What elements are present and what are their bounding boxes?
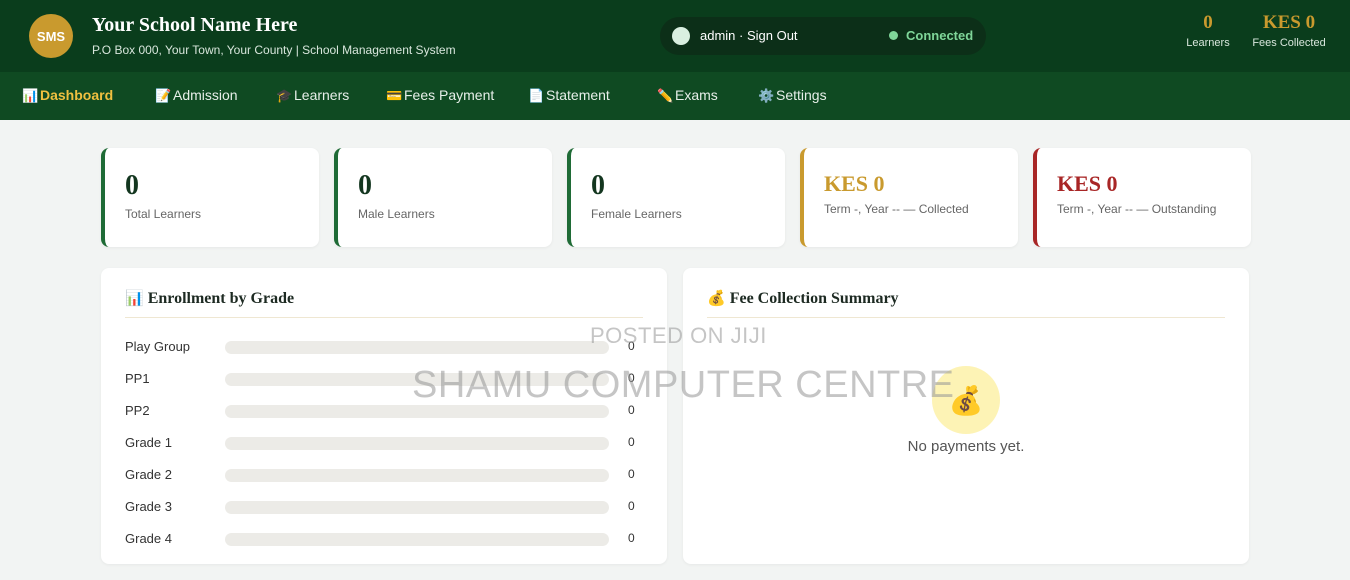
watermark-line-2: SHAMU COMPUTER CENTRE <box>412 364 955 406</box>
enrollment-panel: 📊 Enrollment by Grade Play Group 0 PP1 0 … <box>101 268 667 564</box>
nav-label: Learners <box>294 87 350 103</box>
fee-summary-panel: 💰 Fee Collection Summary 💰 No payments ye… <box>683 268 1249 564</box>
stat-label: Term -, Year -- — Outstanding <box>1057 202 1217 216</box>
stat-value: KES 0 <box>824 171 885 196</box>
panel-title-text: Fee Collection Summary <box>729 290 899 307</box>
grade-count: 0 <box>628 467 635 481</box>
main-nav: 📊 Dashboard 📝 Admission 🎓 Learners 💳 Fees Pa… <box>0 72 1350 120</box>
header-learners-label: Learners <box>1186 37 1230 49</box>
grade-row: Play Group 0 <box>125 337 645 357</box>
stat-card-total-learners: 0 Total Learners <box>101 148 319 247</box>
stat-card-female-learners: 0 Female Learners <box>567 148 785 247</box>
stat-card-fees-collected: KES 0 Term -, Year -- — Collected <box>800 148 1018 247</box>
grade-label: Grade 3 <box>125 499 172 514</box>
grade-label: Play Group <box>125 339 191 354</box>
grade-bar-track <box>225 469 609 482</box>
money-bag-icon: 💰 <box>707 291 726 307</box>
header-stat-fees: KES 0 Fees Collected <box>1248 12 1330 49</box>
document-icon: 📄 <box>528 88 545 103</box>
header-learners-count: 0 <box>1203 12 1213 33</box>
nav-label: Settings <box>776 87 827 103</box>
nav-label: Statement <box>546 87 610 103</box>
divider <box>125 317 643 318</box>
stat-value: 0 <box>591 170 605 201</box>
stat-card-male-learners: 0 Male Learners <box>334 148 552 247</box>
nav-label: Dashboard <box>40 87 114 103</box>
nav-learners[interactable]: 🎓 Learners <box>276 87 349 104</box>
school-logo: SMS <box>29 14 73 58</box>
empty-state-text: No payments yet. <box>907 438 1025 455</box>
header-stat-learners: 0 Learners <box>1180 12 1236 49</box>
bar-chart-icon: 📊 <box>22 88 39 103</box>
nav-exams[interactable]: ✏️ Exams <box>657 87 718 104</box>
sign-out-link[interactable]: admin · Sign Out <box>700 28 798 43</box>
header-fees-amount: KES 0 <box>1262 12 1316 33</box>
grade-row: Grade 1 0 <box>125 433 645 453</box>
graduation-cap-icon: 🎓 <box>276 88 293 103</box>
nav-statement[interactable]: 📄 Statement <box>528 87 610 104</box>
grade-count: 0 <box>628 531 635 545</box>
stat-value: 0 <box>358 170 372 201</box>
stat-value: 0 <box>125 170 139 201</box>
grade-bar-track <box>225 501 609 514</box>
school-name: Your School Name Here <box>92 14 298 36</box>
top-header: SMS Your School Name Here P.O Box 000, Y… <box>0 0 1350 72</box>
nav-label: Fees Payment <box>404 87 495 103</box>
nav-label: Admission <box>173 87 238 103</box>
watermark-line-1: POSTED ON JIJI <box>590 323 767 348</box>
session-pill: admin · Sign Out Connected <box>660 17 986 55</box>
header-fees-label: Fees Collected <box>1252 37 1326 49</box>
grade-count: 0 <box>628 435 635 449</box>
grade-row: Grade 2 0 <box>125 465 645 485</box>
nav-settings[interactable]: ⚙️ Settings <box>758 87 827 104</box>
bar-chart-icon: 📊 <box>125 291 144 307</box>
grade-row: Grade 4 0 <box>125 529 645 549</box>
stat-value: KES 0 <box>1057 171 1118 196</box>
stat-label: Term -, Year -- — Collected <box>824 202 969 216</box>
grade-label: PP2 <box>125 403 150 418</box>
grade-bar-track <box>225 437 609 450</box>
gear-icon: ⚙️ <box>758 88 775 103</box>
grade-label: Grade 4 <box>125 531 172 546</box>
panel-title-text: Enrollment by Grade <box>147 290 295 307</box>
nav-admission[interactable]: 📝 Admission <box>155 87 238 104</box>
fee-summary-title: 💰 Fee Collection Summary <box>707 289 899 308</box>
stat-card-fees-outstanding: KES 0 Term -, Year -- — Outstanding <box>1033 148 1251 247</box>
nav-label: Exams <box>675 87 718 103</box>
grade-bar-track <box>225 533 609 546</box>
stat-label: Male Learners <box>358 207 435 221</box>
grade-label: Grade 1 <box>125 435 172 450</box>
stat-label: Female Learners <box>591 207 682 221</box>
grade-count: 0 <box>628 499 635 513</box>
connection-status-dot-icon <box>889 31 898 40</box>
grade-label: PP1 <box>125 371 150 386</box>
avatar <box>672 27 690 45</box>
connection-status: Connected <box>906 28 974 43</box>
enrollment-title: 📊 Enrollment by Grade <box>125 289 294 308</box>
grade-label: Grade 2 <box>125 467 172 482</box>
stat-label: Total Learners <box>125 207 202 221</box>
school-subtitle: P.O Box 000, Your Town, Your County | Sc… <box>92 43 456 57</box>
grade-bar-track <box>225 341 609 354</box>
pencil-icon: ✏️ <box>657 88 674 103</box>
nav-fees-payment[interactable]: 💳 Fees Payment <box>386 87 494 104</box>
divider <box>707 317 1225 318</box>
memo-icon: 📝 <box>155 88 172 103</box>
credit-card-icon: 💳 <box>386 88 403 103</box>
grade-row: Grade 3 0 <box>125 497 645 517</box>
nav-dashboard[interactable]: 📊 Dashboard <box>22 87 113 104</box>
